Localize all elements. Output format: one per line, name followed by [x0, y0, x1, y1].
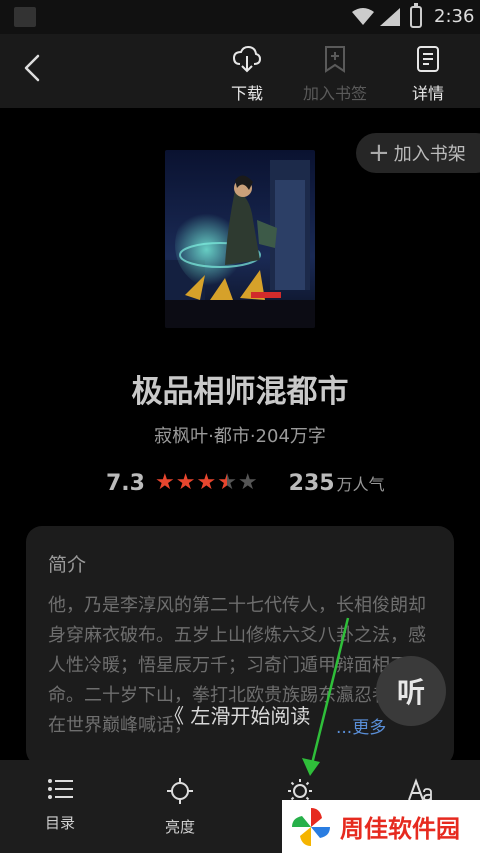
- list-icon: [48, 779, 73, 799]
- nav-brightness[interactable]: 亮度: [140, 778, 220, 837]
- book-cover[interactable]: [165, 150, 315, 328]
- star-icon: ★: [196, 470, 217, 495]
- add-to-shelf-button[interactable]: + 加入书架: [356, 133, 480, 173]
- book-title: 极品相师混都市: [131, 374, 349, 410]
- watermark-text: 周佳软件园: [340, 815, 460, 843]
- star-icon: ★: [175, 470, 196, 495]
- wifi-icon: [352, 8, 374, 25]
- annotation-arrow: [302, 617, 350, 776]
- details-button[interactable]: 详情: [393, 44, 463, 104]
- star-rating: ★ ★ ★ ★ ★: [155, 472, 259, 494]
- plus-icon: +: [368, 138, 390, 168]
- nav-brightness-label: 亮度: [164, 818, 195, 836]
- star-icon: ★: [217, 470, 237, 495]
- bookmark-label: 加入书签: [302, 84, 367, 103]
- watermark-logo-icon: [292, 807, 330, 846]
- nav-toc-label: 目录: [44, 814, 75, 832]
- add-bookmark-button[interactable]: 加入书签: [300, 44, 370, 104]
- back-arrow-icon[interactable]: [14, 48, 54, 88]
- star-icon: ★: [154, 470, 175, 495]
- add-to-shelf-label: 加入书架: [393, 144, 466, 165]
- download-label: 下载: [230, 84, 263, 103]
- intro-card[interactable]: 简介 他，乃是李淳风的第二十七代传人，长相俊朗却身穿麻衣破布。五岁上山修炼六爻八…: [26, 526, 454, 766]
- book-cover-art: [165, 150, 315, 328]
- book-meta: 寂枫叶·都市·204万字: [154, 426, 326, 447]
- status-bar: 2:36: [0, 0, 480, 34]
- document-icon: [417, 46, 439, 72]
- details-label: 详情: [411, 84, 444, 103]
- intro-heading: 简介: [48, 554, 87, 576]
- rating-row: 7.3 ★ ★ ★ ★ ★ 235 万人气: [106, 468, 385, 498]
- notification-icon: [14, 7, 36, 27]
- bookmark-plus-icon: [325, 46, 345, 73]
- battery-icon: [410, 3, 422, 28]
- top-toolbar: 下载 加入书签 详情: [0, 34, 480, 108]
- clock: 2:36: [434, 6, 475, 27]
- nav-toc[interactable]: 目录: [20, 778, 100, 833]
- listen-button[interactable]: 听: [376, 656, 446, 726]
- popularity-unit: 万人气: [336, 474, 385, 494]
- star-icon: ★: [237, 470, 258, 495]
- popularity: 235 万人气: [289, 471, 385, 496]
- rating-score: 7.3: [106, 470, 145, 496]
- crosshair-icon: [167, 778, 193, 804]
- signal-icon: [380, 8, 400, 26]
- watermark: 周佳软件园: [282, 800, 480, 853]
- cloud-download-icon: [232, 45, 262, 73]
- popularity-number: 235: [288, 470, 335, 496]
- download-button[interactable]: 下载: [212, 44, 282, 104]
- swipe-to-read-hint: 《 左滑开始阅读: [164, 704, 311, 728]
